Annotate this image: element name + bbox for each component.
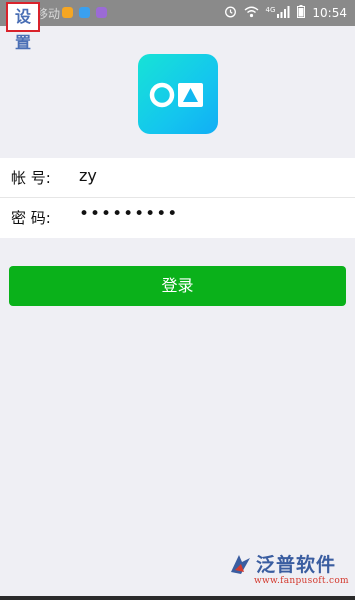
battery-icon bbox=[297, 5, 306, 21]
bottom-edge bbox=[0, 596, 355, 600]
password-input[interactable]: ••••••••• bbox=[79, 204, 178, 224]
password-label: 密 码: bbox=[11, 209, 51, 227]
status-icons: 4G 10:54 bbox=[224, 4, 347, 22]
purple-app-icon bbox=[96, 7, 107, 18]
password-row[interactable]: 密 码: ••••••••• bbox=[0, 198, 355, 238]
settings-button[interactable]: 设置 bbox=[6, 2, 40, 52]
oa-logo-icon bbox=[138, 54, 218, 134]
watermark-title: 泛普软件 bbox=[256, 554, 337, 576]
watermark: 泛普软件 www.fanpusoft.com bbox=[228, 550, 352, 590]
status-bar: 中国移动 4G bbox=[0, 0, 355, 26]
alarm-icon bbox=[224, 5, 237, 21]
wifi-icon bbox=[244, 6, 259, 21]
account-label: 帐 号: bbox=[11, 169, 51, 187]
watermark-url: www.fanpusoft.com bbox=[254, 576, 349, 586]
login-button[interactable]: 登录 bbox=[9, 266, 346, 306]
clock-time: 10:54 bbox=[312, 6, 347, 20]
account-input[interactable]: zy bbox=[79, 166, 97, 185]
account-row[interactable]: 帐 号: zy bbox=[0, 158, 355, 198]
blue-app-icon bbox=[79, 7, 90, 18]
orange-app-icon bbox=[62, 7, 73, 18]
network-type: 4G bbox=[265, 6, 276, 14]
login-form: 帐 号: zy 密 码: ••••••••• bbox=[0, 158, 355, 238]
signal-icon bbox=[277, 5, 290, 21]
watermark-logo-icon bbox=[228, 552, 254, 580]
